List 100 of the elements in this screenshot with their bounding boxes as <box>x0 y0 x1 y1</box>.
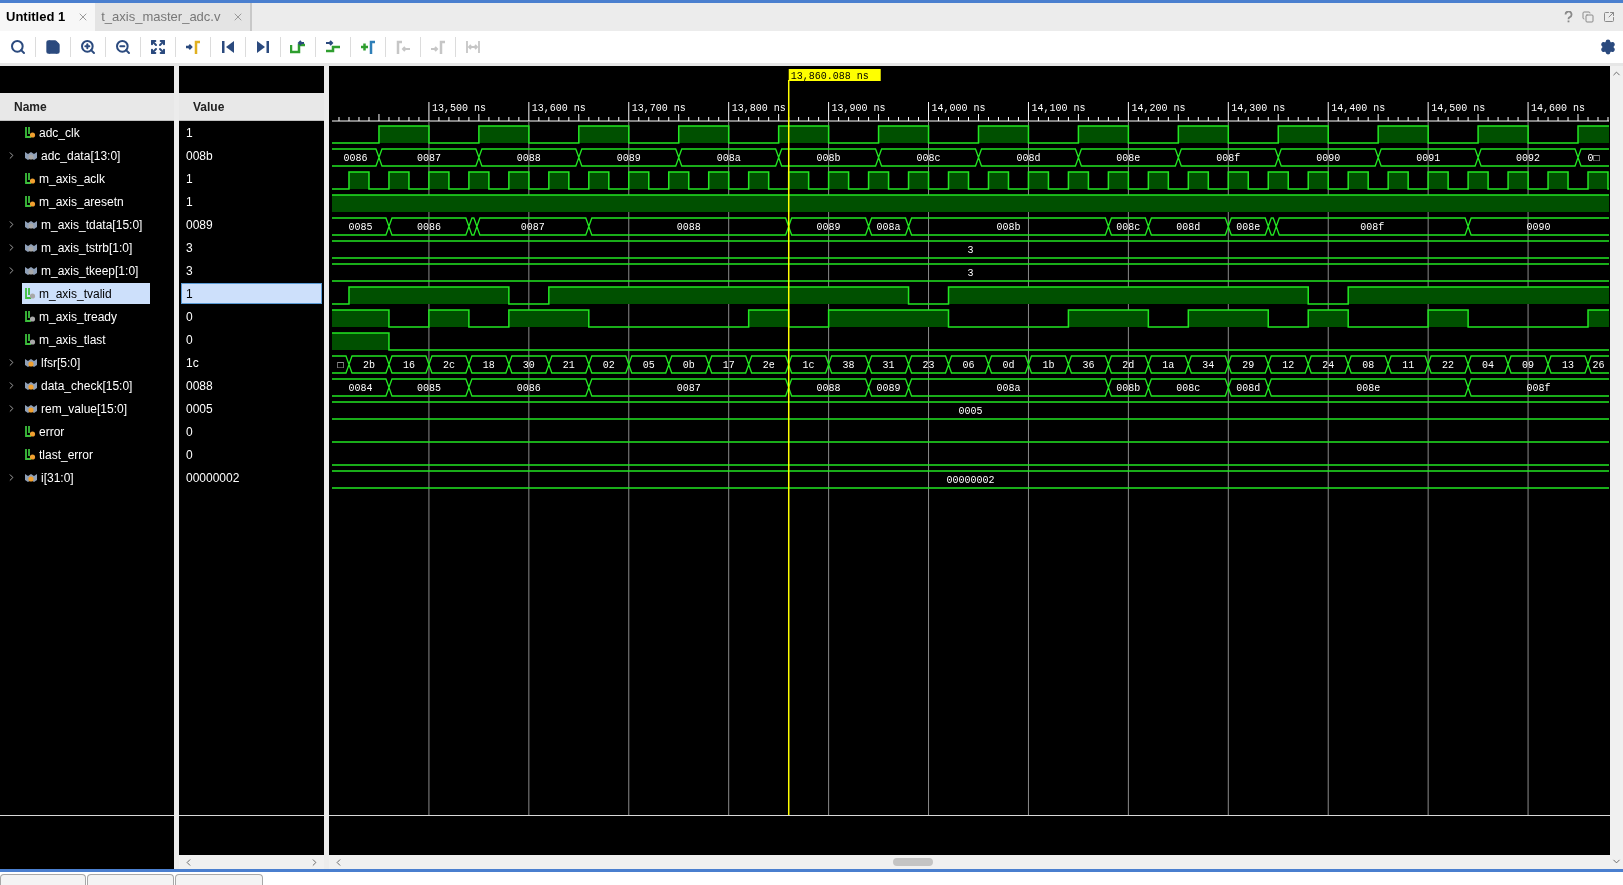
time-label: 14,100 ns <box>1031 103 1086 114</box>
panel-tab[interactable] <box>87 874 174 885</box>
signal-row[interactable]: adc_data[13:0] <box>22 145 150 166</box>
bus-value: 008d <box>1016 153 1041 164</box>
signal-name: rem_value[15:0] <box>41 400 128 418</box>
signal-value: 00000002 <box>185 469 241 487</box>
signal-row[interactable]: m_axis_tkeep[1:0] <box>22 260 150 281</box>
time-label: 14,300 ns <box>1231 103 1286 114</box>
signal-value: 1 <box>185 170 194 188</box>
bus-value: 0087 <box>676 383 701 394</box>
signal-row[interactable]: lfsr[5:0] <box>22 352 150 373</box>
signal-row[interactable]: tlast_error <box>22 444 150 465</box>
expand-arrows-icon <box>150 39 166 55</box>
bus-value: 2b <box>362 360 375 371</box>
column-header[interactable]: Value <box>179 93 324 121</box>
toolbar-button[interactable] <box>44 37 62 57</box>
editor-tab[interactable]: t_axis_master_adc.v <box>95 3 253 31</box>
signal-name: m_axis_aclk <box>39 170 106 188</box>
step-left-arrow-icon <box>290 39 306 55</box>
column-header[interactable]: Name <box>0 93 174 121</box>
arrow-to-bracket-icon <box>185 39 201 55</box>
toolbar-button[interactable] <box>79 37 97 57</box>
bus-value: 0d <box>1002 360 1015 371</box>
scrollbar-thumb[interactable] <box>893 858 933 866</box>
signal-row[interactable]: m_axis_aresetn <box>22 191 150 212</box>
signal-name: tlast_error <box>39 446 94 464</box>
time-label: 13,500 ns <box>431 103 486 114</box>
signal-row[interactable]: error <box>22 421 150 442</box>
horizontal-scrollbar[interactable] <box>179 855 324 869</box>
signal-name: m_axis_tdata[15:0] <box>41 216 143 234</box>
bit-signal-icon <box>24 126 36 139</box>
time-label: 14,400 ns <box>1331 103 1386 114</box>
pop-out-icon[interactable] <box>1603 11 1615 23</box>
signal-row[interactable]: m_axis_tlast <box>22 329 150 350</box>
help-icon[interactable] <box>1564 11 1573 23</box>
bus-value: 22 <box>1442 360 1455 371</box>
time-label: 14,200 ns <box>1131 103 1186 114</box>
editor-tab[interactable]: Untitled 1 <box>0 3 96 31</box>
panel-tab[interactable] <box>175 874 263 885</box>
signal-name: data_check[15:0] <box>41 377 133 395</box>
bus-value: 2c <box>442 360 455 371</box>
tab-label: Untitled 1 <box>6 8 66 27</box>
bus-value: 31 <box>882 360 895 371</box>
signal-name: adc_clk <box>39 124 80 142</box>
toolbar-button[interactable] <box>149 37 167 57</box>
toolbar-button[interactable] <box>9 37 27 57</box>
signal-name: m_axis_tkeep[1:0] <box>41 262 139 280</box>
cursor-time-label: 13,860.088 ns <box>788 69 881 82</box>
toolbar-button[interactable] <box>114 37 132 57</box>
bus-value: 008f <box>1360 222 1385 233</box>
time-label: 14,500 ns <box>1431 103 1486 114</box>
bus-value: 18 <box>482 360 495 371</box>
bus-value: 0092 <box>1516 153 1541 164</box>
bus-value: 36 <box>1082 360 1095 371</box>
vertical-scrollbar[interactable] <box>1610 66 1623 869</box>
signal-row[interactable]: adc_clk <box>22 122 150 143</box>
signal-row[interactable]: m_axis_tready <box>22 306 150 327</box>
signal-row[interactable]: m_axis_aclk <box>22 168 150 189</box>
signal-value: 0089 <box>185 216 214 234</box>
signal-row[interactable]: m_axis_tvalid <box>22 283 150 304</box>
panel-tab[interactable] <box>0 874 86 885</box>
bus-signal-icon <box>24 402 38 415</box>
bus-value: 008a <box>996 383 1021 394</box>
signal-value: 0005 <box>185 400 214 418</box>
bus-signal-icon <box>24 471 38 484</box>
signal-value: 0 <box>185 331 194 349</box>
bus-value: 08 <box>1362 360 1375 371</box>
step-right-arrow-icon <box>325 39 341 55</box>
bus-value: 008c <box>1116 222 1141 233</box>
cursor-line[interactable] <box>788 79 790 815</box>
bus-value: □ <box>337 360 344 371</box>
bus-value: 13 <box>1562 360 1575 371</box>
bus-value: 0090 <box>1526 222 1551 233</box>
bit-signal-icon <box>24 425 36 438</box>
time-label: 13,900 ns <box>831 103 886 114</box>
bus-value: 0089 <box>876 383 901 394</box>
bus-value: 0085 <box>416 383 441 394</box>
signal-row[interactable]: m_axis_tdata[15:0] <box>22 214 150 235</box>
restore-window-icon[interactable] <box>1582 11 1594 23</box>
signal-name: i[31:0] <box>41 469 74 487</box>
signal-row[interactable]: rem_value[15:0] <box>22 398 150 419</box>
bus-value: 008b <box>996 222 1021 233</box>
signal-row[interactable]: data_check[15:0] <box>22 375 150 396</box>
bus-value: 06 <box>962 360 975 371</box>
bus-value: 12 <box>1282 360 1295 371</box>
bus-value: 3 <box>967 245 974 256</box>
bus-value: 0087 <box>520 222 545 233</box>
signal-row[interactable]: m_axis_tstrb[1:0] <box>22 237 150 258</box>
bus-value: 30 <box>522 360 535 371</box>
bus-value: 0091 <box>1416 153 1441 164</box>
signal-name: m_axis_aresetn <box>39 193 124 211</box>
bus-value: 3 <box>967 268 974 279</box>
signal-row[interactable]: i[31:0] <box>22 467 150 488</box>
time-label: 13,700 ns <box>631 103 686 114</box>
bit-signal-icon <box>24 172 36 185</box>
horizontal-scrollbar[interactable] <box>329 855 1610 869</box>
signal-value: 0 <box>185 423 194 441</box>
bus-value: 008e <box>1356 383 1381 394</box>
settings-icon[interactable] <box>1600 39 1616 55</box>
time-label: 14,000 ns <box>931 103 986 114</box>
